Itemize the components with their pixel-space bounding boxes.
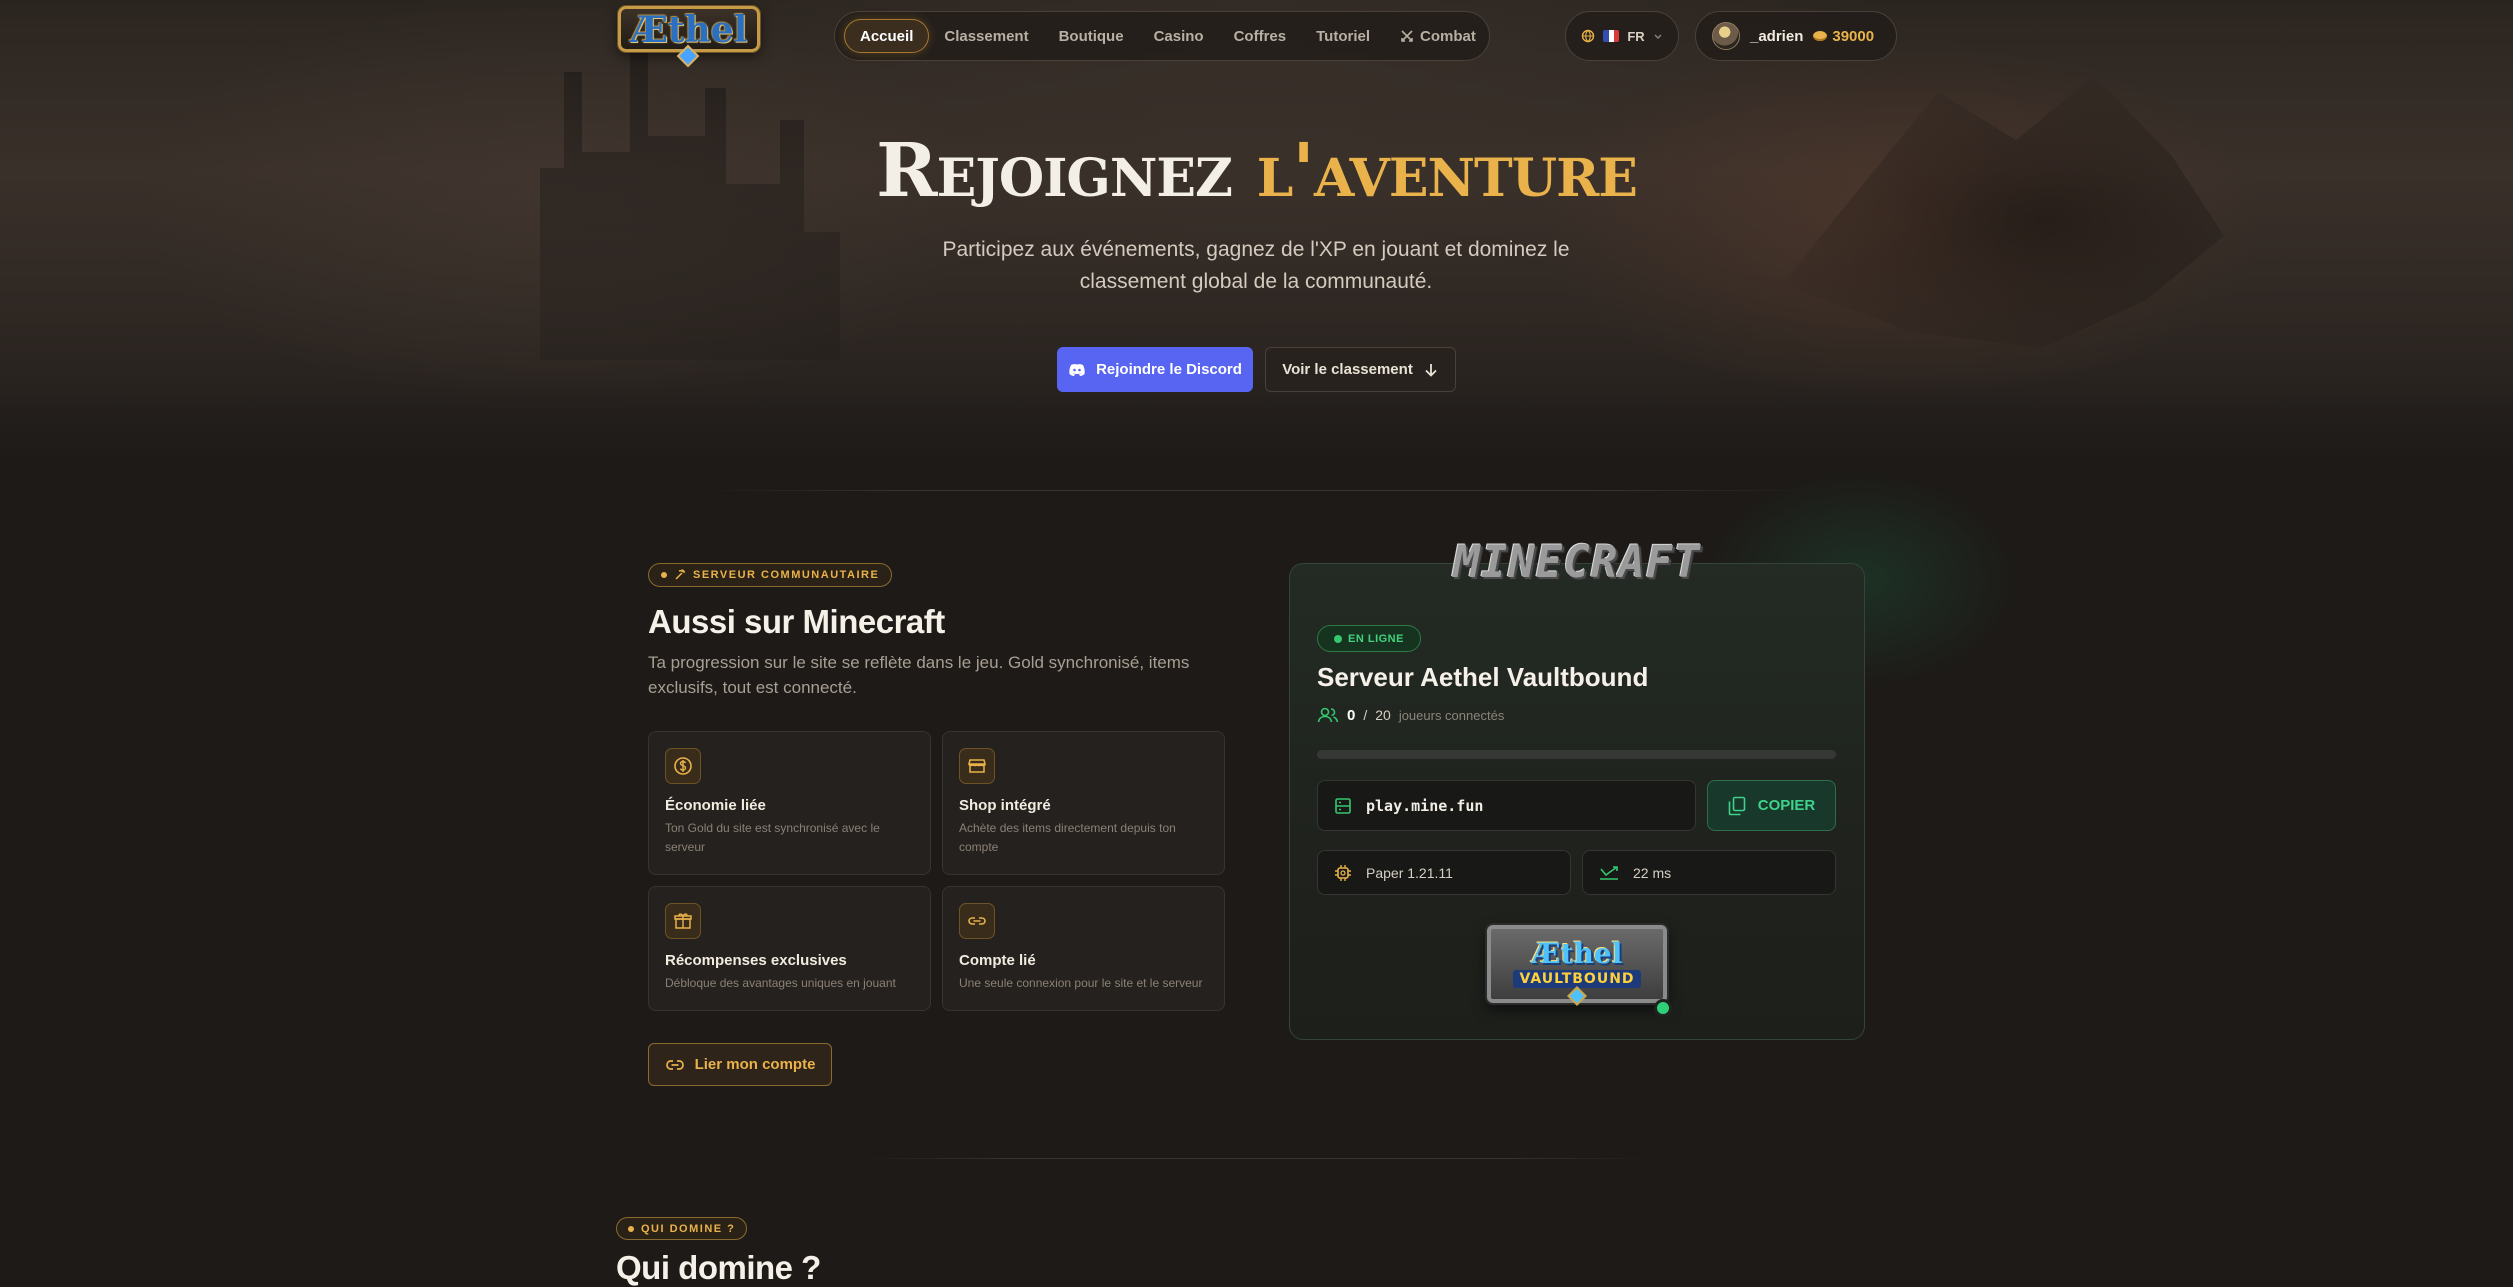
server-icon <box>1335 797 1351 814</box>
nav-label: Boutique <box>1058 27 1124 45</box>
nav-label: Casino <box>1153 27 1204 45</box>
feature-desc: Débloque des avantages uniques en jouant <box>665 976 896 990</box>
server-version: Paper 1.21.11 <box>1366 864 1453 881</box>
gift-icon <box>665 903 701 939</box>
feature-title: Récompenses exclusives <box>665 952 847 969</box>
section-divider <box>860 1158 1652 1159</box>
nav-label: Accueil <box>860 27 914 45</box>
server-ping: 22 ms <box>1633 864 1672 881</box>
coin-icon <box>1813 31 1828 41</box>
link-account-button[interactable]: Lier mon compte <box>648 1043 832 1086</box>
server-address-field[interactable]: play.mine.fun <box>1317 780 1696 831</box>
feature-desc: Une seule connexion pour le site et le s… <box>959 976 1203 990</box>
cpu-icon <box>1335 864 1351 881</box>
discord-icon <box>1069 363 1085 376</box>
ranking-button-label: Voir le classement <box>1282 361 1413 378</box>
hero-title: Rejoignez l'aventure <box>0 128 2513 214</box>
online-indicator <box>1654 999 1672 1017</box>
gold-amount: 39000 <box>1832 27 1875 45</box>
arrow-down-icon <box>1425 363 1437 377</box>
status-badge: EN LIGNE <box>1317 625 1421 652</box>
hero-title-part1: Rejoignez <box>876 128 1233 214</box>
feature-title: Shop intégré <box>959 797 1051 814</box>
link-icon <box>665 1059 684 1070</box>
minecraft-logo: MINECRAFT <box>1453 537 1701 588</box>
gold-balance: 39000 <box>1813 28 1874 45</box>
link-icon <box>959 903 995 939</box>
nav-item-tutoriel[interactable]: Tutoriel <box>1301 19 1385 53</box>
section-title: Qui domine ? <box>616 1249 821 1286</box>
copy-icon <box>1728 796 1746 815</box>
nav-item-casino[interactable]: Casino <box>1139 19 1219 53</box>
player-count: 0 / 20 joueurs connectés <box>1317 706 1504 724</box>
nav-label: Tutoriel <box>1316 27 1370 45</box>
tag-dot <box>661 572 667 578</box>
ping-box: 22 ms <box>1582 850 1836 895</box>
feature-desc: Achète des items directement depuis ton … <box>959 821 1176 854</box>
section-divider <box>700 490 1813 491</box>
join-discord-button[interactable]: Rejoindre le Discord <box>1057 347 1253 392</box>
feature-card: Récompenses exclusives Débloque des avan… <box>648 886 931 1011</box>
tag-dot <box>628 1225 634 1232</box>
avatar <box>1712 22 1740 50</box>
flag-fr-icon <box>1603 30 1620 42</box>
main-nav: Accueil Classement Boutique Casino Coffr… <box>834 11 1490 61</box>
nav-label: Coffres <box>1233 27 1287 45</box>
view-ranking-button[interactable]: Voir le classement <box>1265 347 1456 392</box>
nav-item-combat[interactable]: Combat <box>1385 19 1491 53</box>
banner-title: Æthel <box>1531 937 1623 970</box>
dollar-icon <box>665 748 701 784</box>
hero-fade <box>0 380 2513 490</box>
section-title: Aussi sur Minecraft <box>648 603 945 640</box>
users-icon <box>1317 707 1339 723</box>
feature-card: Compte lié Une seule connexion pour le s… <box>942 886 1225 1011</box>
status-label: EN LIGNE <box>1348 632 1404 645</box>
players-label: joueurs connectés <box>1398 707 1505 723</box>
hero-subtitle: Participez aux événements, gagnez de l'X… <box>942 238 1570 293</box>
status-dot-icon <box>1334 634 1343 643</box>
username: _adrien <box>1750 27 1804 45</box>
tag-label: SERVEUR COMMUNAUTAIRE <box>693 569 880 581</box>
user-menu[interactable]: _adrien 39000 <box>1695 11 1897 61</box>
signal-icon <box>1600 865 1618 880</box>
feature-desc: Ton Gold du site est synchronisé avec le… <box>665 821 880 854</box>
players-online: 0 <box>1347 706 1356 724</box>
chevron-down-icon <box>1654 34 1662 39</box>
tag-label: QUI DOMINE ? <box>641 1222 736 1235</box>
feature-title: Économie liée <box>665 797 766 814</box>
nav-item-accueil[interactable]: Accueil <box>844 19 930 53</box>
players-separator: / <box>1363 707 1368 723</box>
language-code: FR <box>1627 28 1645 44</box>
swords-icon <box>1401 30 1413 42</box>
nav-item-boutique[interactable]: Boutique <box>1044 19 1139 53</box>
nav-label: Combat <box>1420 27 1476 45</box>
nav-item-coffres[interactable]: Coffres <box>1219 19 1302 53</box>
link-account-label: Lier mon compte <box>694 1056 816 1073</box>
globe-icon <box>1582 29 1595 43</box>
dragon-silhouette <box>1782 76 2224 348</box>
nav-item-classement[interactable]: Classement <box>929 19 1043 53</box>
section-subtitle: Ta progression sur le site se reflète da… <box>648 653 1190 697</box>
store-icon <box>959 748 995 784</box>
server-address: play.mine.fun <box>1366 796 1484 815</box>
section-tag: QUI DOMINE ? <box>616 1217 748 1240</box>
server-name: Serveur Aethel Vaultbound <box>1317 662 1649 692</box>
pickaxe-icon <box>675 569 686 580</box>
players-max: 20 <box>1375 707 1391 723</box>
version-box: Paper 1.21.11 <box>1317 850 1571 895</box>
section-tag: SERVEUR COMMUNAUTAIRE <box>648 563 893 587</box>
discord-button-label: Rejoindre le Discord <box>1096 361 1242 378</box>
language-selector[interactable]: FR <box>1565 11 1679 61</box>
feature-title: Compte lié <box>959 952 1036 969</box>
nav-label: Classement <box>944 27 1029 45</box>
player-progress-bar <box>1317 750 1836 759</box>
feature-card: Shop intégré Achète des items directemen… <box>942 731 1225 875</box>
hero-title-part2: l'aventure <box>1256 128 1638 214</box>
feature-card: Économie liée Ton Gold du site est synch… <box>648 731 931 875</box>
copy-label: COPIER <box>1757 797 1816 814</box>
site-logo[interactable]: Æthel <box>618 2 760 68</box>
copy-button[interactable]: COPIER <box>1707 780 1836 831</box>
